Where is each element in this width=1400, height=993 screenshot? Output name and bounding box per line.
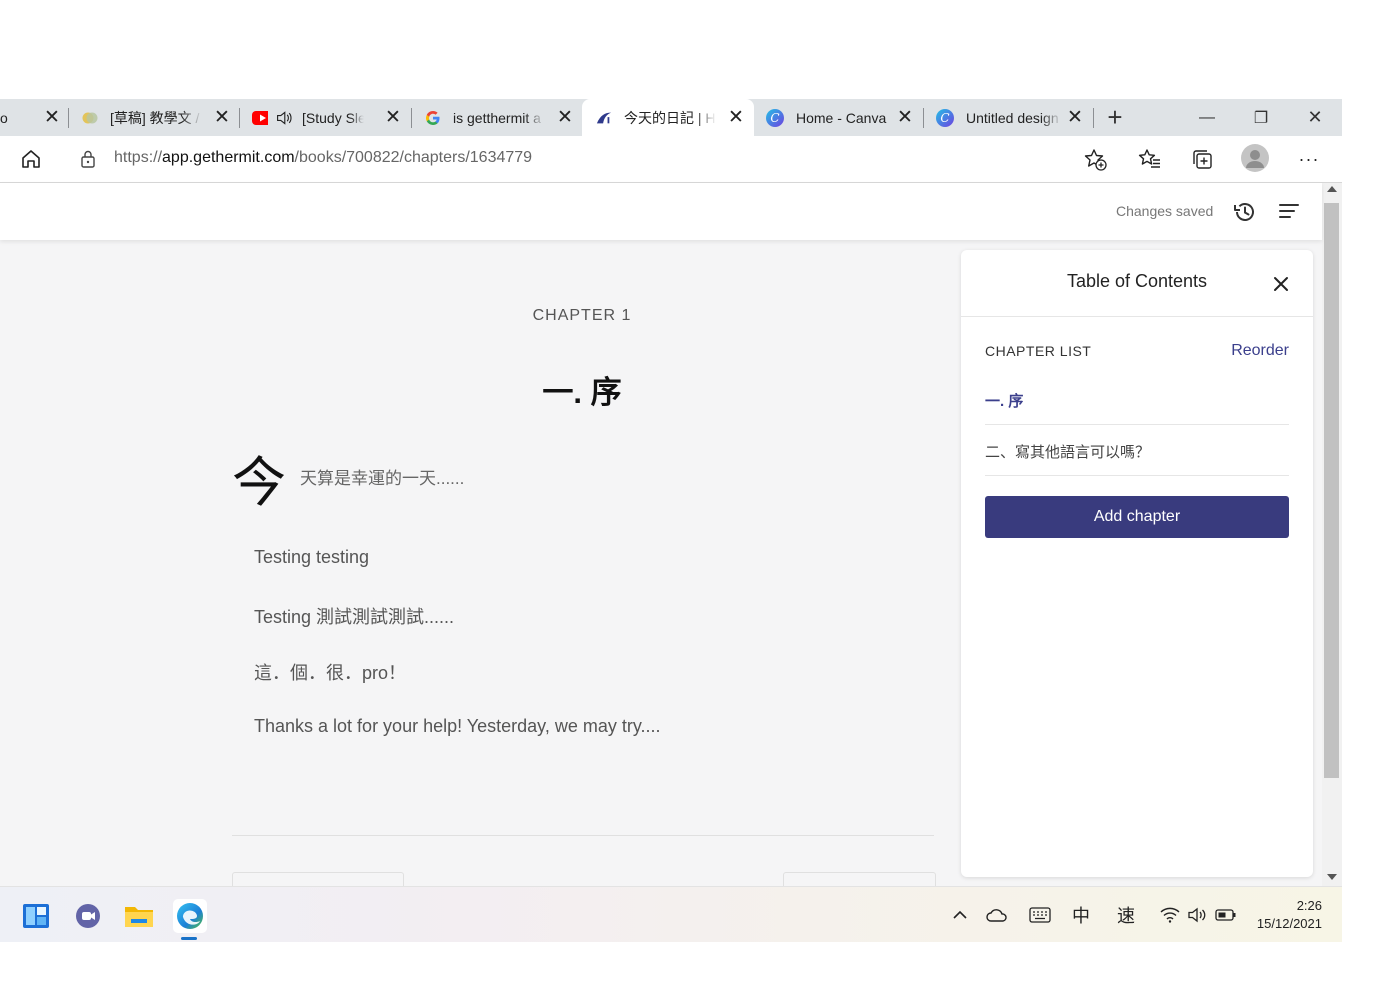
- toc-chapter-item[interactable]: 一. 序: [985, 374, 1289, 425]
- close-icon[interactable]: [1271, 274, 1291, 299]
- home-icon[interactable]: [18, 146, 44, 172]
- toc-chapter-title: 二、寫其他語言可以嗎？: [985, 444, 1151, 461]
- active-app-indicator: [181, 937, 197, 940]
- close-icon[interactable]: ✕: [385, 108, 401, 127]
- address-bar[interactable]: https://app.gethermit.com/books/700822/c…: [62, 141, 1117, 175]
- tab-separator: [239, 108, 240, 128]
- table-of-contents-panel: Table of Contents CHAPTER LIST Reorder 一…: [961, 250, 1313, 877]
- tab-6[interactable]: C Home - Canva ✕: [755, 99, 923, 136]
- toc-chapter-title: 一. 序: [985, 393, 1024, 410]
- more-icon[interactable]: ···: [1296, 146, 1322, 172]
- tab-separator: [923, 108, 924, 128]
- toc-header: Table of Contents: [961, 250, 1313, 317]
- speaker-icon[interactable]: [276, 110, 292, 126]
- wifi-icon[interactable]: [1158, 903, 1182, 927]
- hermit-favicon-icon: [596, 110, 612, 126]
- chapter-label: CHAPTER 1: [532, 307, 632, 324]
- save-status: Changes saved: [1116, 203, 1214, 219]
- toc-title: Table of Contents: [1066, 271, 1208, 291]
- youtube-icon: [252, 110, 268, 126]
- tab-7[interactable]: C Untitled design ✕: [925, 99, 1091, 136]
- minimize-button[interactable]: —: [1184, 99, 1230, 136]
- history-icon[interactable]: [1232, 199, 1258, 230]
- file-explorer-icon[interactable]: [122, 899, 156, 933]
- profile-avatar[interactable]: [1240, 143, 1270, 173]
- reorder-link[interactable]: Reorder: [1231, 342, 1289, 360]
- collections-icon[interactable]: [1189, 146, 1215, 172]
- chapter-list-label: CHAPTER LIST: [985, 343, 1092, 359]
- volume-icon[interactable]: [1186, 903, 1210, 927]
- ime-language-indicator[interactable]: 中: [1069, 903, 1093, 927]
- close-icon[interactable]: ✕: [557, 108, 573, 127]
- favorites-icon[interactable]: [1137, 146, 1163, 172]
- onedrive-cloud-icon[interactable]: [985, 903, 1009, 927]
- battery-icon[interactable]: [1214, 903, 1238, 927]
- close-icon[interactable]: ✕: [214, 108, 230, 127]
- browser-toolbar: https://app.gethermit.com/books/700822/c…: [0, 136, 1342, 183]
- tab-separator: [411, 108, 412, 128]
- system-clock[interactable]: 2:26 15/12/2021: [1250, 897, 1322, 933]
- keyboard-icon[interactable]: [1028, 903, 1052, 927]
- clock-time: 2:26: [1296, 898, 1322, 913]
- tab-title: Untitled design: [966, 109, 1059, 126]
- scrollbar-thumb[interactable]: [1324, 203, 1339, 778]
- add-favorite-icon[interactable]: [1083, 147, 1107, 176]
- page-scrollbar[interactable]: [1322, 183, 1342, 886]
- url-host: app.gethermit.com: [162, 149, 295, 166]
- draft-favicon-icon: [82, 110, 98, 126]
- chat-icon[interactable]: [71, 899, 105, 933]
- tab-strip: o ✕ [草稿] 教學文 / ✕ [Study Sle ✕ is getther…: [0, 99, 1342, 136]
- dropcap-letter[interactable]: 今: [232, 456, 286, 510]
- close-icon[interactable]: ✕: [44, 108, 60, 127]
- tab-5-active[interactable]: 今天的日記 | H ✕: [582, 99, 754, 136]
- tab-title: o: [0, 109, 8, 126]
- tab-title: 今天的日記 | H: [624, 109, 716, 126]
- windows-taskbar: 中 速 2:26 15/12/2021: [0, 886, 1342, 942]
- close-window-button[interactable]: ✕: [1292, 99, 1338, 136]
- restore-button[interactable]: ❐: [1238, 99, 1284, 136]
- paragraph[interactable]: Testing 測試測試測試......: [254, 603, 454, 629]
- paragraph[interactable]: 這．個．很．pro！: [254, 659, 406, 685]
- screen: o ✕ [草稿] 教學文 / ✕ [Study Sle ✕ is getther…: [0, 99, 1342, 942]
- close-icon[interactable]: ✕: [897, 108, 913, 127]
- toc-chapter-item[interactable]: 二、寫其他語言可以嗎？: [985, 425, 1289, 476]
- new-tab-button[interactable]: +: [1092, 99, 1138, 136]
- ime-mode-indicator[interactable]: 速: [1114, 903, 1138, 927]
- app-header: Changes saved: [0, 183, 1322, 240]
- svg-text:C: C: [940, 111, 949, 125]
- edge-icon[interactable]: [173, 899, 207, 933]
- tab-title: Home - Canva: [796, 109, 887, 126]
- tab-3[interactable]: [Study Sle ✕: [241, 99, 411, 136]
- menu-icon[interactable]: [1278, 201, 1300, 226]
- paragraph[interactable]: Testing testing: [254, 547, 369, 568]
- svg-text:C: C: [770, 111, 779, 125]
- widgets-icon[interactable]: [19, 899, 53, 933]
- tab-title: [草稿] 教學文 /: [110, 109, 200, 126]
- lock-icon[interactable]: [80, 150, 96, 173]
- tab-title: is getthermit a: [453, 109, 541, 126]
- google-icon: [425, 110, 441, 126]
- chevron-up-icon[interactable]: [948, 903, 972, 927]
- tab-1[interactable]: o ✕: [0, 99, 68, 136]
- scroll-down-arrow-icon[interactable]: [1327, 874, 1337, 880]
- tab-2[interactable]: [草稿] 教學文 / ✕: [70, 99, 238, 136]
- close-icon[interactable]: ✕: [728, 108, 744, 127]
- canva-icon: C: [936, 108, 954, 127]
- canva-icon: C: [766, 108, 784, 127]
- tab-separator: [68, 108, 69, 128]
- divider: [232, 835, 934, 836]
- chapter-title[interactable]: 一. 序: [482, 367, 682, 412]
- tab-4[interactable]: is getthermit a ✕: [413, 99, 581, 136]
- add-chapter-button[interactable]: Add chapter: [985, 496, 1289, 538]
- close-icon[interactable]: ✕: [1067, 108, 1083, 127]
- lead-text[interactable]: 天算是幸運的一天......: [300, 464, 464, 489]
- url-scheme: https://: [114, 149, 163, 166]
- url-text[interactable]: https://app.gethermit.com/books/700822/c…: [114, 149, 532, 167]
- paragraph[interactable]: Thanks a lot for your help! Yesterday, w…: [254, 716, 661, 737]
- url-path: /books/700822/chapters/1634779: [294, 149, 533, 166]
- clock-date: 15/12/2021: [1256, 916, 1322, 931]
- scroll-up-arrow-icon[interactable]: [1327, 186, 1337, 192]
- tab-title: [Study Sle: [302, 109, 364, 126]
